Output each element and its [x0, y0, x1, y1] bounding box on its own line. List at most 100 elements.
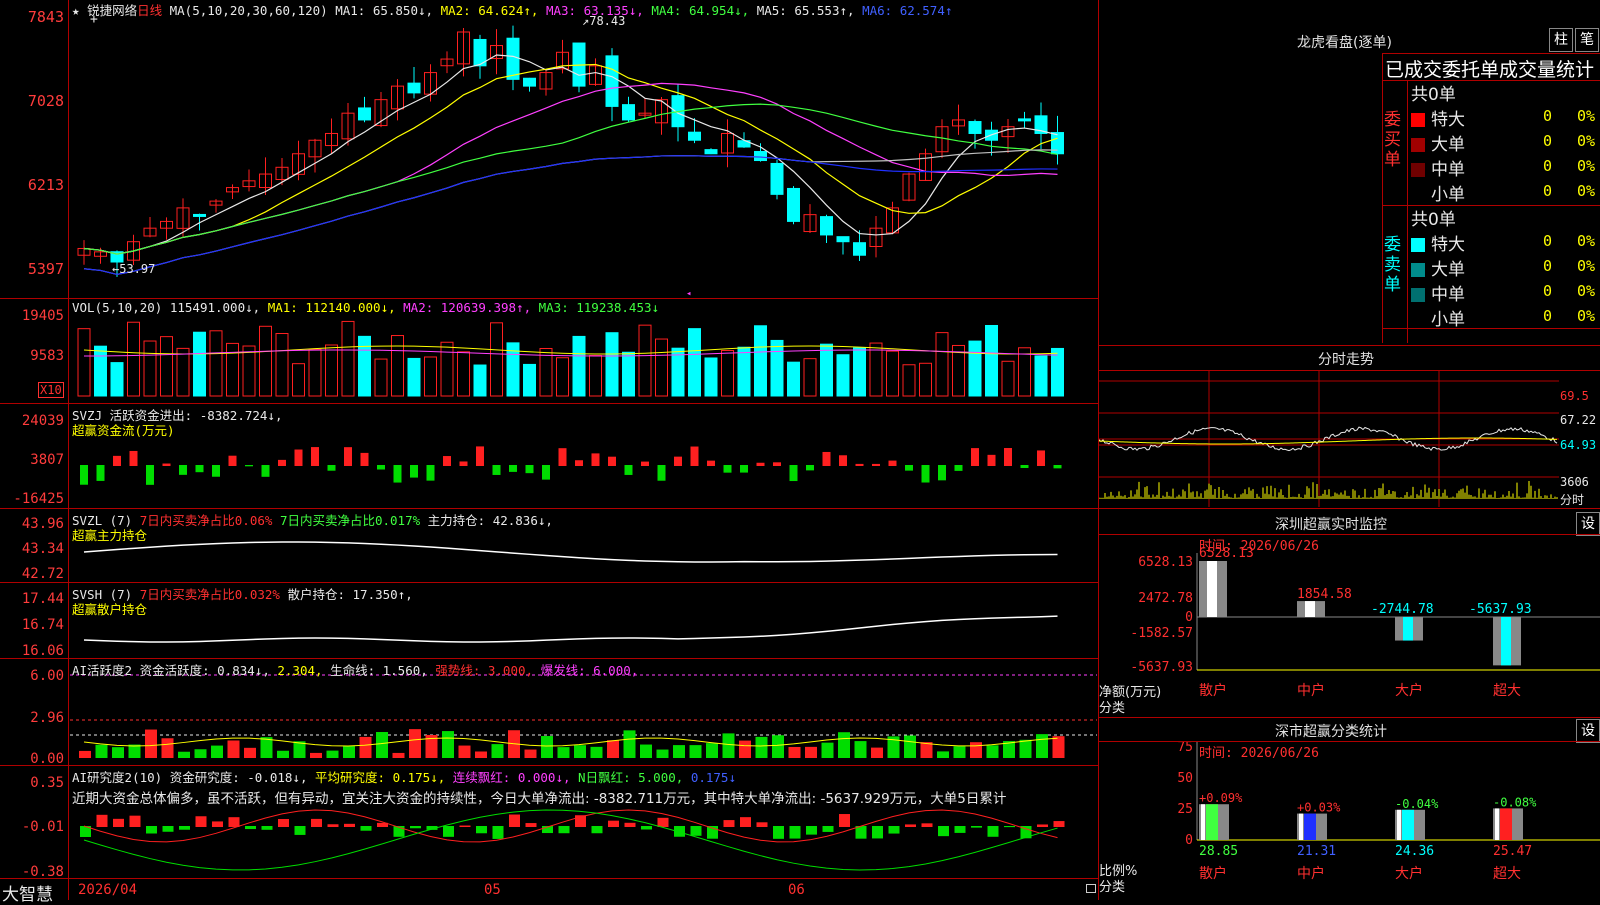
volume-bar: [407, 357, 421, 397]
intraday-chart[interactable]: 69.5 67.22 64.93 3606 分时: [1099, 371, 1600, 507]
buy-count: 0: [1543, 132, 1553, 150]
activity-bar: [359, 736, 372, 758]
buy-row-2: 中单: [1411, 155, 1465, 180]
month-label-06: 06: [788, 882, 805, 898]
fund-flow-bar: [278, 459, 286, 466]
lock-icon[interactable]: [1086, 884, 1096, 893]
ai-activity-axis-label: 0.00: [30, 751, 64, 767]
fund-flow-bar: [245, 465, 253, 467]
sell-total: 共0单: [1411, 210, 1456, 230]
monitor-category-label: 大户: [1395, 682, 1423, 699]
activity-bar: [904, 735, 916, 758]
sell-count: 0: [1543, 307, 1553, 325]
research-bar: [129, 815, 141, 827]
crosshair-plus-icon[interactable]: +: [90, 12, 98, 27]
research-bar: [146, 826, 157, 834]
activity-bar: [920, 742, 933, 758]
activity-bar: [739, 740, 751, 758]
color-swatch-icon: [1411, 288, 1425, 302]
fund-flow-bar: [806, 465, 814, 471]
activity-bar: [541, 736, 553, 758]
research-bar: [971, 826, 982, 828]
research-bar: [839, 814, 850, 827]
activity-bar: [557, 747, 570, 758]
period-label[interactable]: 日线: [137, 3, 162, 18]
volume-bar: [1051, 347, 1064, 397]
classify-category-label: 超大: [1493, 866, 1521, 882]
ai-activity-axis-label: 6.00: [30, 668, 64, 684]
fund-flow-bar: [195, 465, 204, 473]
monitor-settings-button[interactable]: 设: [1576, 512, 1600, 536]
research-bar: [492, 826, 504, 839]
volume-bar: [473, 364, 487, 397]
fund-flow-bar: [1053, 465, 1062, 469]
classify-bottom-label: 28.85: [1199, 844, 1238, 859]
bar-view-button[interactable]: 柱: [1549, 28, 1573, 52]
research-bar: [905, 824, 916, 827]
candle-body: [787, 187, 800, 222]
ai-research-axis-label: 0.35: [30, 775, 64, 791]
volume-bar: [605, 332, 619, 397]
classify-top-label: +0.09%: [1199, 791, 1243, 805]
research-bar: [96, 814, 108, 827]
price-axis-label: 5397: [27, 260, 64, 278]
research-bar: [476, 826, 487, 834]
volume-bar: [902, 364, 916, 397]
fund-flow-bar: [261, 465, 270, 477]
buy-count: 0: [1543, 157, 1553, 175]
ma2-value: MA2: 64.624↑,: [440, 3, 539, 18]
star-icon[interactable]: ★: [72, 3, 80, 18]
activity-bar: [871, 747, 883, 758]
sell-pct: 0%: [1577, 257, 1596, 275]
fund-flow-bar: [1020, 465, 1029, 469]
research-bar: [822, 826, 834, 832]
svsh-subtitle: 超赢散户持仓: [72, 602, 148, 617]
classify-bar: [1297, 813, 1327, 840]
vol-unit-badge[interactable]: X10: [38, 382, 64, 398]
fund-flow-bar: [558, 448, 567, 466]
fund-flow-bar: [393, 465, 402, 483]
volume-bar: [259, 325, 272, 397]
volume-bar: [935, 332, 949, 397]
activity-bar: [343, 745, 355, 758]
research-bar: [558, 826, 570, 834]
research-bar: [723, 820, 735, 827]
volume-bar: [358, 335, 371, 397]
classify-settings-button[interactable]: 设: [1576, 719, 1600, 743]
intraday-svg[interactable]: [1099, 371, 1600, 507]
fund-flow-bar: [179, 465, 187, 475]
volume-bar: [968, 340, 982, 397]
research-bar: [525, 823, 537, 827]
classify-time: 时间: 2026/06/26: [1199, 746, 1319, 761]
volume-bar: [143, 340, 157, 397]
volume-bar: [292, 363, 305, 397]
volume-bar: [803, 358, 817, 397]
svzl-subtitle: 超赢主力持仓: [72, 528, 148, 543]
fund-flow-bar: [294, 449, 303, 466]
sell-row-2: 中单: [1411, 280, 1465, 305]
activity-bar: [211, 745, 223, 758]
color-swatch-icon: [1411, 263, 1425, 277]
research-bar: [954, 826, 966, 833]
candle-body: [968, 121, 982, 134]
volume-bar: [655, 338, 668, 397]
high-price-mark: ↗78.43: [582, 14, 626, 28]
fund-flow-bar: [344, 447, 352, 466]
volume-bar: [770, 339, 784, 397]
fund-flow-bar: [509, 465, 517, 472]
activity-bar: [772, 735, 784, 758]
date-label: 2026/04: [78, 882, 138, 898]
activity-bar: [392, 752, 405, 758]
volume-bar: [209, 330, 223, 397]
activity-bar: [656, 749, 669, 758]
buy-row-3: 小单: [1411, 180, 1465, 205]
activity-bar: [854, 741, 867, 758]
dragon-header: 已成交委托单成交量统计: [1385, 59, 1595, 81]
fund-flow-bar: [921, 465, 930, 483]
activity-bar: [524, 749, 537, 758]
fund-flow-bar: [740, 465, 748, 473]
tick-view-button[interactable]: 笔: [1575, 28, 1599, 52]
research-bar: [179, 826, 190, 830]
monitor-axis-label: -1582.57: [1130, 626, 1193, 641]
fund-flow-bar: [624, 465, 633, 475]
